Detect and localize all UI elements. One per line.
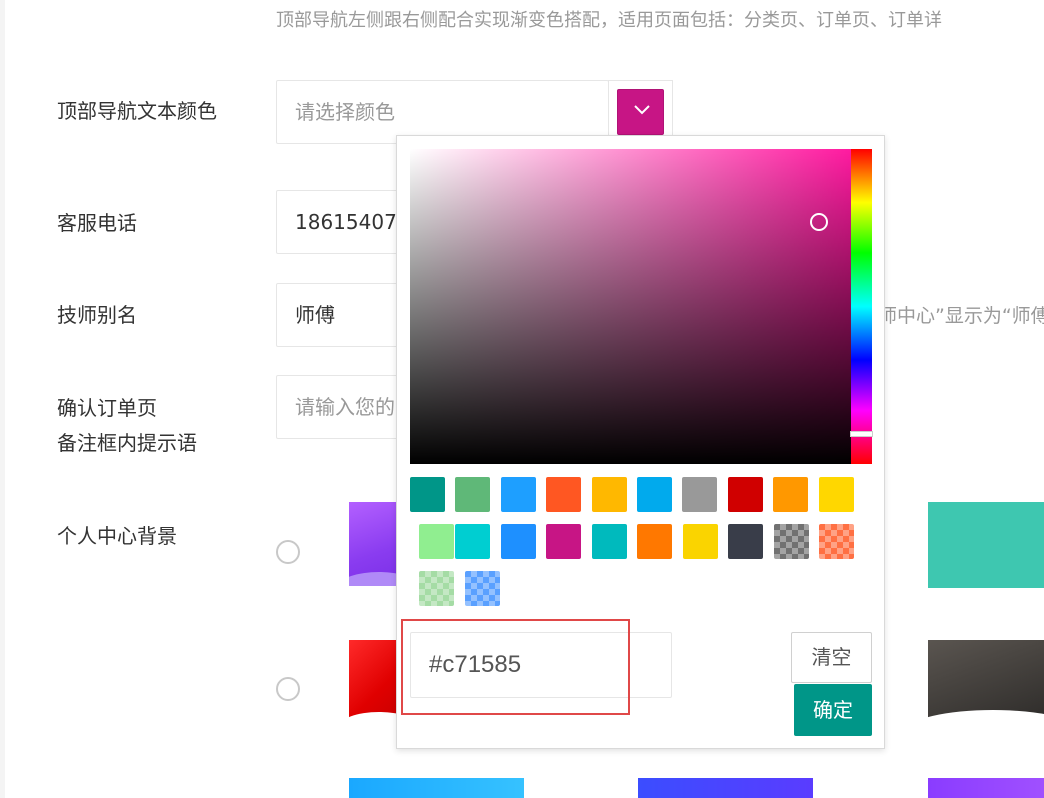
clear-button[interactable]: 清空 — [791, 632, 872, 683]
service-phone-label: 客服电话 — [57, 211, 137, 235]
saturation-value-area[interactable] — [410, 149, 851, 464]
preset-swatch[interactable] — [728, 524, 763, 559]
preset-swatch[interactable] — [419, 524, 454, 559]
gradient-tip: 顶部导航左侧跟右侧配合实现渐变色搭配，适用页面包括：分类页、订单页、订单详 — [276, 10, 942, 31]
preset-swatch[interactable] — [637, 477, 672, 512]
saturation-cursor[interactable] — [810, 213, 828, 231]
order-remark-label-line2: 备注框内提示语 — [57, 431, 197, 455]
preset-swatch[interactable] — [455, 477, 490, 512]
preset-swatch[interactable] — [682, 477, 717, 512]
profile-bg-thumb-violet[interactable] — [928, 778, 1044, 798]
profile-bg-radio-2[interactable] — [276, 677, 300, 701]
hue-slider-handle[interactable] — [850, 431, 873, 437]
highlight-box — [401, 619, 630, 715]
preset-swatch[interactable] — [455, 524, 490, 559]
preset-swatch[interactable] — [637, 524, 672, 559]
nav-text-color-label: 顶部导航文本颜色 — [57, 99, 217, 123]
profile-bg-radio-1[interactable] — [276, 540, 300, 564]
profile-bg-thumb-blue[interactable] — [349, 778, 524, 798]
profile-bg-thumb-red[interactable] — [349, 640, 399, 724]
preset-swatch[interactable] — [773, 477, 808, 512]
confirm-button[interactable]: 确定 — [794, 684, 872, 736]
preset-swatch[interactable] — [819, 524, 854, 559]
preset-swatch[interactable] — [592, 477, 627, 512]
color-picker-panel: #c71585 清空 确定 — [396, 135, 885, 749]
preset-swatch[interactable] — [501, 524, 536, 559]
preset-swatch[interactable] — [465, 571, 500, 606]
preset-swatch[interactable] — [683, 524, 718, 559]
service-phone-input[interactable]: 186154073 — [276, 190, 398, 254]
order-remark-input[interactable]: 请输入您的 — [276, 375, 398, 439]
selected-color-swatch — [617, 89, 664, 135]
preset-swatch[interactable] — [774, 524, 809, 559]
preset-swatch[interactable] — [546, 477, 581, 512]
preset-swatch[interactable] — [410, 477, 445, 512]
preset-swatch[interactable] — [592, 524, 627, 559]
technician-alias-input[interactable]: 师傅 — [276, 283, 398, 347]
technician-alias-label: 技师别名 — [57, 303, 137, 327]
profile-bg-label: 个人中心背景 — [57, 524, 177, 548]
preset-swatch[interactable] — [728, 477, 763, 512]
profile-bg-thumb-teal[interactable] — [928, 502, 1044, 588]
left-rule — [0, 0, 5, 798]
profile-bg-thumb-indigo[interactable] — [638, 778, 813, 798]
profile-bg-thumb-purple[interactable] — [349, 502, 399, 586]
preset-swatch[interactable] — [819, 477, 854, 512]
preset-swatch[interactable] — [419, 571, 454, 606]
preset-swatch[interactable] — [501, 477, 536, 512]
preset-swatch[interactable] — [546, 524, 581, 559]
profile-bg-thumb-dark[interactable] — [928, 640, 1044, 728]
hue-slider[interactable] — [851, 149, 872, 464]
order-remark-label-line1: 确认订单页 — [57, 396, 157, 420]
chevron-down-icon — [634, 105, 650, 115]
technician-alias-tip: 师中心”显示为“师傅 — [878, 305, 1044, 327]
